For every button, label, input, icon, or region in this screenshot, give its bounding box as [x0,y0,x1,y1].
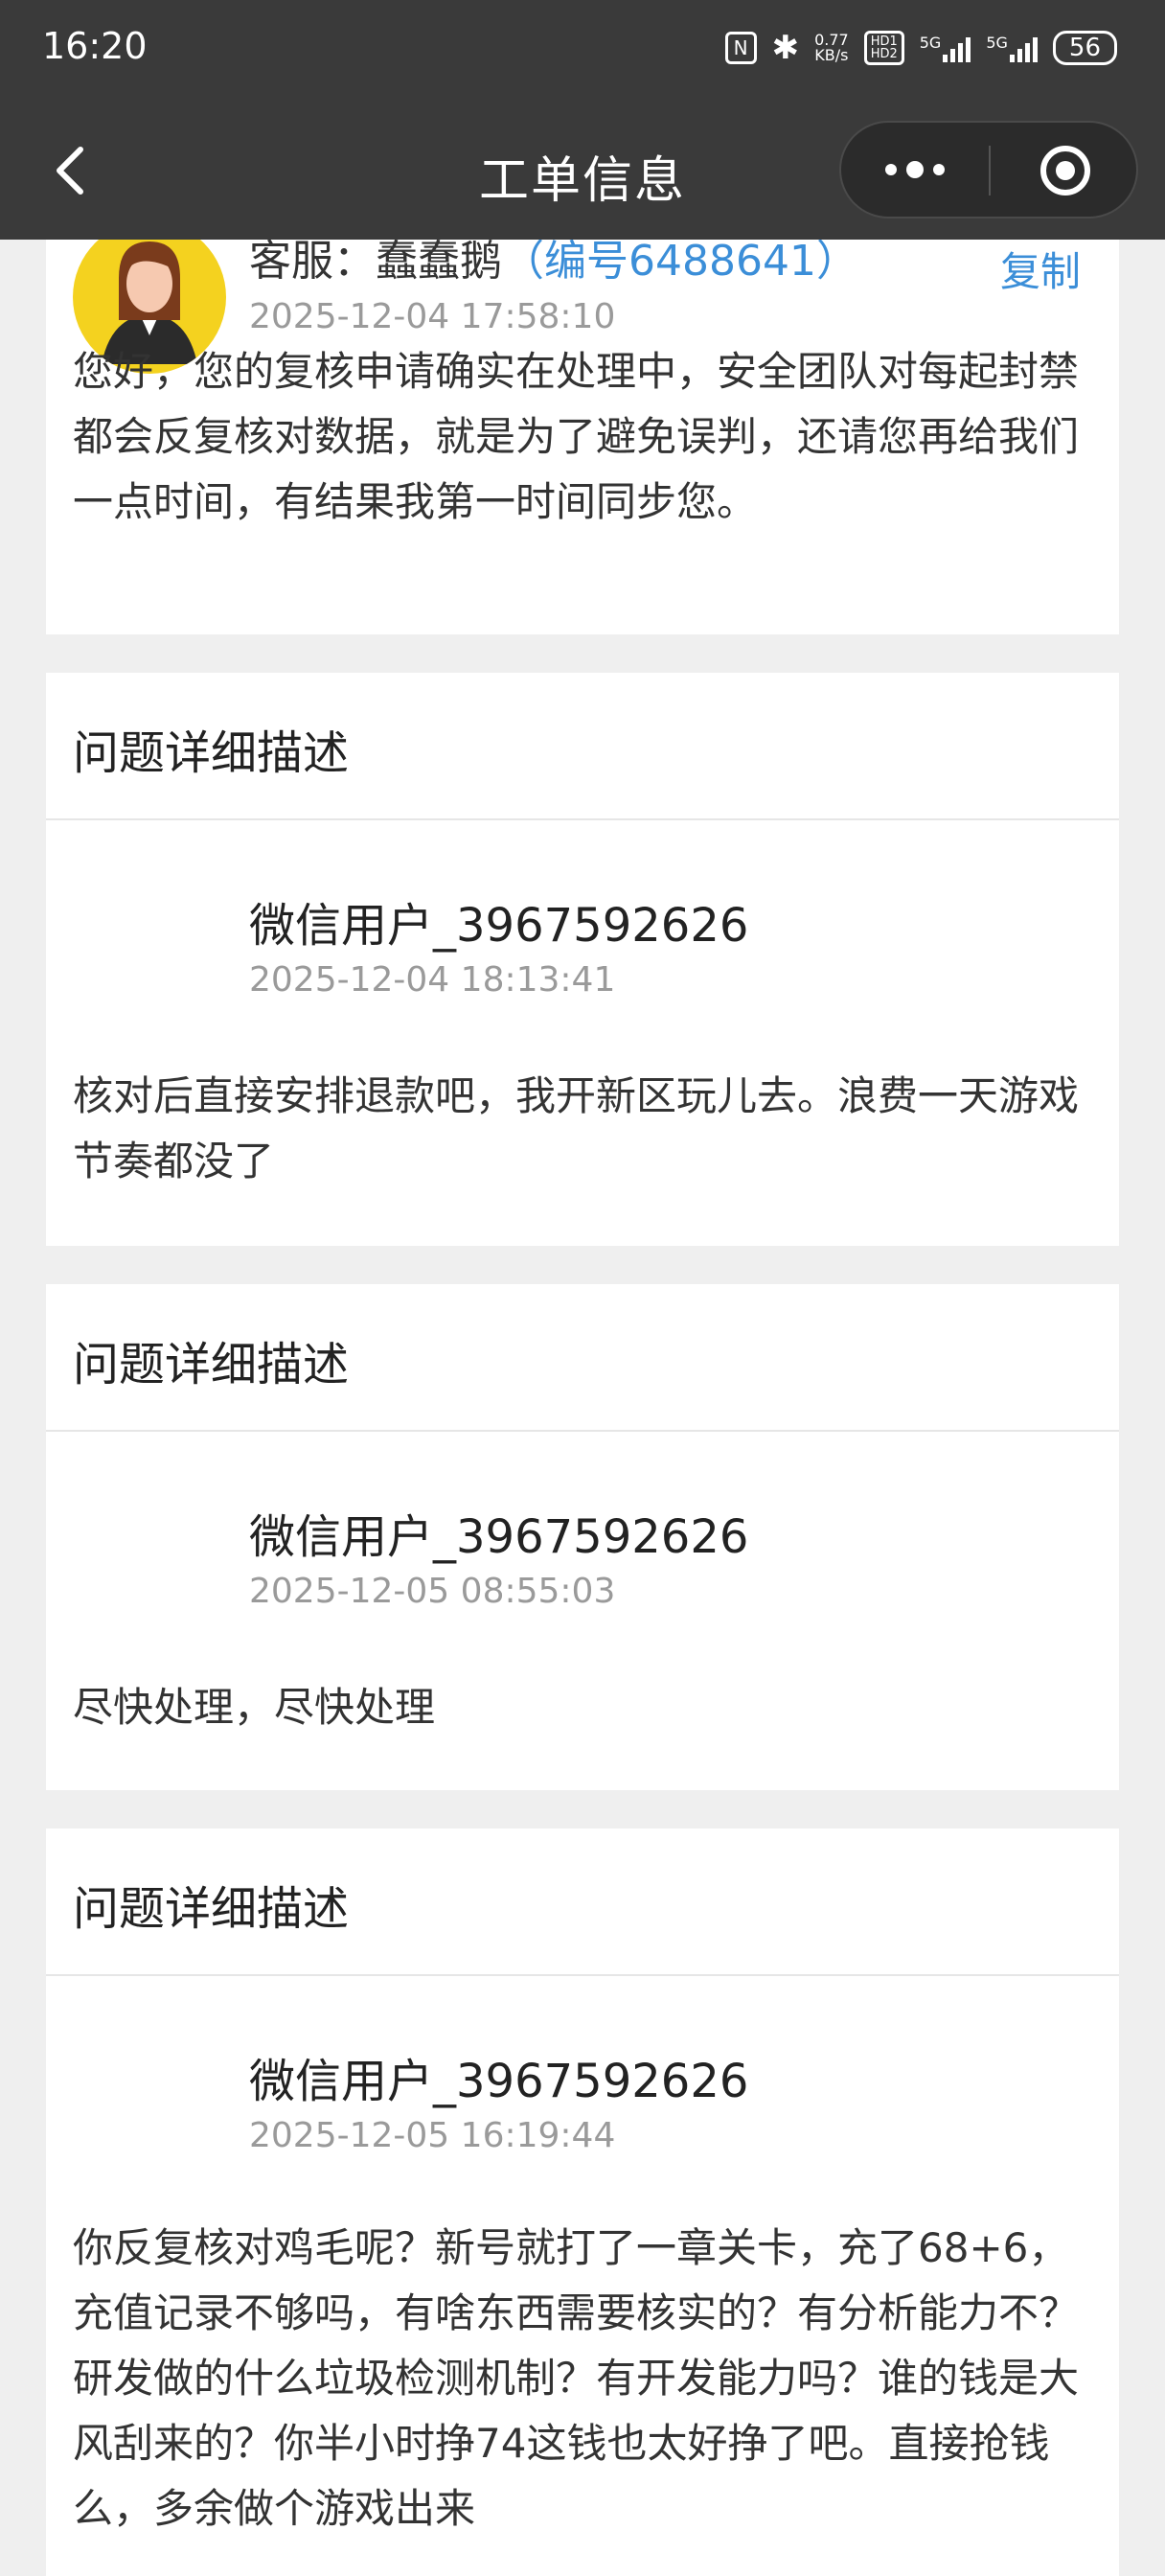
agent-name: 蠢蠢鹅 [376,240,502,286]
message-datetime: 2025-12-04 18:13:41 [249,960,616,1000]
message-datetime: 2025-12-05 16:19:44 [249,2116,616,2155]
issue-card-3: 问题详细描述 微信用户_3967592626 2025-12-05 16:19:… [46,1828,1119,2576]
capsule-divider [989,146,991,196]
net-type-1: 5G [919,34,942,52]
net-type-2: 5G [986,34,1008,52]
agent-code: （编号6488641） [502,240,858,286]
divider [46,818,1119,820]
more-menu-button[interactable] [841,123,989,217]
divider [46,1974,1119,1976]
signal-bars-1-icon [943,34,971,62]
signal-bars-2-icon [1009,34,1038,62]
network-speed: 0.77 KB/s [814,31,849,64]
close-miniprogram-icon[interactable] [1040,146,1090,196]
agent-label: 客服： [249,240,376,286]
dot-icon [933,164,945,175]
agent-reply-message: 您好，您的复核申请确实在处理中，安全团队对每起封禁都会反复核对数据，就是为了避免… [73,348,1080,525]
divider [46,1430,1119,1432]
section-title: 问题详细描述 [73,726,350,780]
user-name: 微信用户_3967592626 [249,899,749,953]
battery-icon: 56 [1052,31,1117,65]
copy-button[interactable]: 复制 [1000,240,1081,298]
ticket-content[interactable]: 客服：蠢蠢鹅（编号6488641） 复制 2025-12-04 17:58:10… [0,240,1165,2576]
agent-reply-datetime: 2025-12-04 17:58:10 [249,297,616,336]
nav-bar: 工单信息 [0,96,1165,240]
user-name: 微信用户_3967592626 [249,2055,749,2108]
user-message: 尽快处理，尽快处理 [73,1684,436,1731]
user-message: 核对后直接安排退款吧，我开新区玩儿去。浪费一天游戏节奏都没了 [73,1072,1080,1184]
issue-card-1: 问题详细描述 微信用户_3967592626 2025-12-04 18:13:… [46,673,1119,1246]
signal-1: 5G [920,34,971,62]
status-time: 16:20 [42,25,148,67]
dot-icon [906,161,924,178]
section-title: 问题详细描述 [73,1882,350,1936]
signal-2: 5G [986,34,1038,62]
section-title: 问题详细描述 [73,1338,350,1392]
miniprogram-capsule [839,121,1138,218]
agent-info: 客服：蠢蠢鹅（编号6488641） [249,240,858,288]
dot-icon [885,164,897,175]
agent-reply-card: 客服：蠢蠢鹅（编号6488641） 复制 2025-12-04 17:58:10… [46,240,1119,634]
status-icons: N ✱ 0.77 KB/s HD1 HD2 5G 5G 56 [724,29,1117,67]
issue-card-2: 问题详细描述 微信用户_3967592626 2025-12-05 08:55:… [46,1284,1119,1790]
user-message: 你反复核对鸡毛呢？新号就打了一章关卡，充了68+6，充值记录不够吗，有啥东西需要… [73,2224,1080,2532]
user-name: 微信用户_3967592626 [249,1510,749,1564]
hd-badge: HD1 HD2 [863,31,904,65]
message-datetime: 2025-12-05 08:55:03 [249,1572,616,1611]
status-bar: 16:20 N ✱ 0.77 KB/s HD1 HD2 5G 5G 56 [0,0,1165,96]
nfc-icon: N [724,32,757,64]
bluetooth-icon: ✱ [771,29,800,67]
